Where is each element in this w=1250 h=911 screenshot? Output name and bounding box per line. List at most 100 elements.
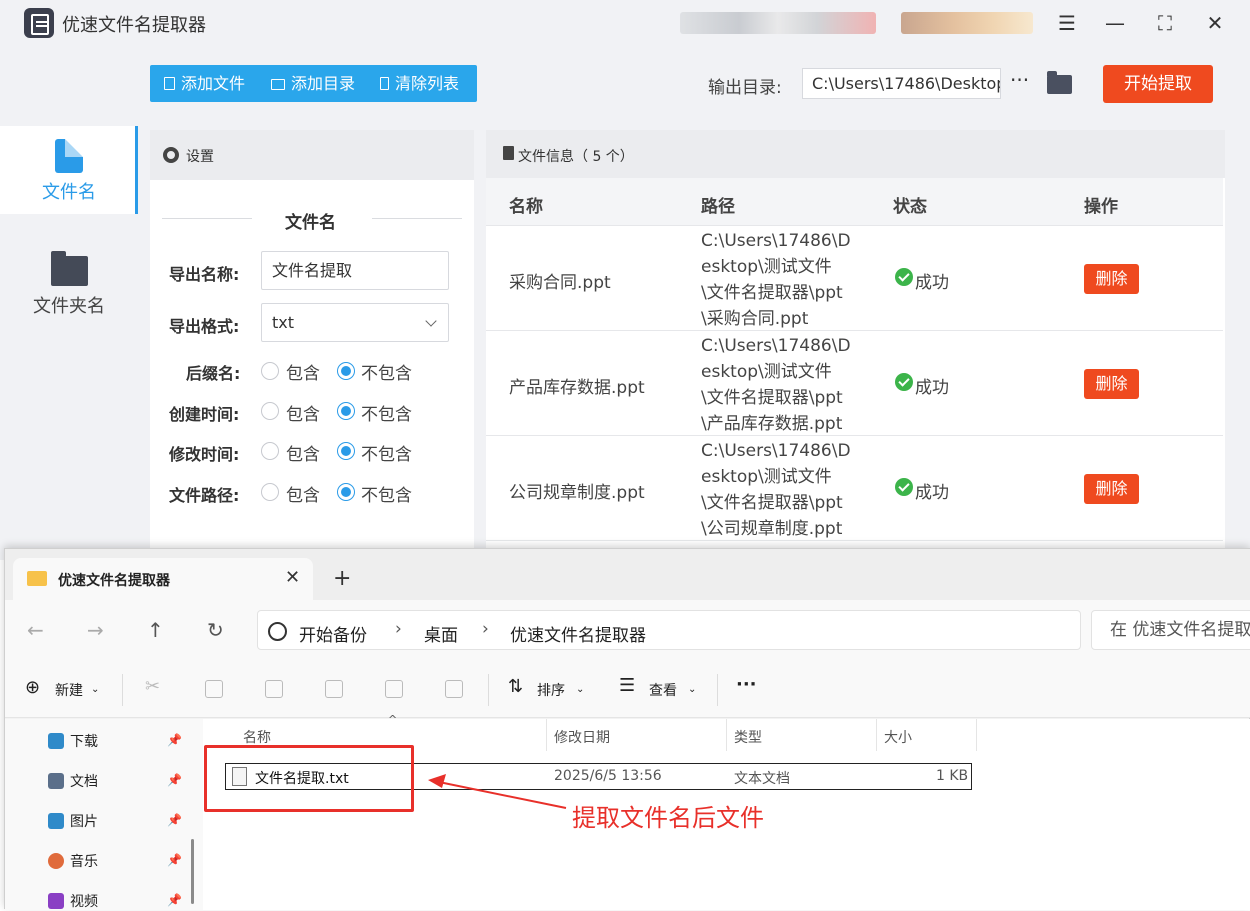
file-icon <box>55 139 83 173</box>
breadcrumb-item[interactable]: 桌面 <box>424 621 458 646</box>
output-dir-label: 输出目录: <box>708 78 782 98</box>
highlight-box <box>204 745 414 812</box>
option-label-created: 创建时间: <box>169 405 240 424</box>
table-row: 采购合同.ppt C:\Users\17486\Desktop\测试文件\文件名… <box>486 226 1223 331</box>
file-name-cell: 产品库存数据.ppt <box>509 378 645 398</box>
nav-item-downloads[interactable]: 下载 <box>70 731 98 751</box>
export-format-select[interactable]: txt <box>261 303 449 342</box>
export-name-input[interactable]: 文件名提取 <box>261 251 449 290</box>
column-header-action: 操作 <box>1084 197 1118 217</box>
copy-icon[interactable] <box>205 680 223 698</box>
file-icon <box>164 77 175 90</box>
scrollbar[interactable] <box>191 839 194 904</box>
forward-icon[interactable]: → <box>87 618 104 642</box>
view-button[interactable]: 查看 <box>649 680 677 700</box>
breadcrumb-item[interactable]: 优速文件名提取器 <box>510 621 646 646</box>
share-icon[interactable] <box>385 680 403 698</box>
divider <box>372 218 462 219</box>
folder-icon <box>27 571 47 586</box>
search-input[interactable]: 在 优速文件名提取 <box>1091 610 1250 650</box>
settings-title: 设置 <box>186 149 214 165</box>
download-icon <box>48 733 64 749</box>
column-divider <box>876 719 877 751</box>
column-header-modified[interactable]: 修改日期 <box>554 727 610 747</box>
nav-item-videos[interactable]: 视频 <box>70 891 98 911</box>
radio-path-include[interactable] <box>261 483 279 501</box>
option-label-modified: 修改时间: <box>169 445 240 464</box>
more-icon[interactable]: ··· <box>736 674 757 695</box>
section-title: 文件名 <box>285 213 336 233</box>
nav-item-music[interactable]: 音乐 <box>70 851 98 871</box>
gear-icon <box>163 147 179 163</box>
view-icon: ☰ <box>619 675 636 696</box>
clear-list-button[interactable]: 清除列表 <box>380 65 459 102</box>
radio-modified-include[interactable] <box>261 442 279 460</box>
radio-created-include[interactable] <box>261 402 279 420</box>
output-dir-input[interactable]: C:\Users\17486\Desktop <box>802 68 1001 99</box>
sort-button[interactable]: 排序 <box>537 680 565 700</box>
delete-button[interactable]: 删除 <box>1084 369 1139 399</box>
sort-arrow-icon: ^ <box>388 713 398 726</box>
sidebar-item-foldername[interactable]: 文件夹名 <box>0 238 138 326</box>
delete-button[interactable]: 删除 <box>1084 474 1139 504</box>
explorer-tab[interactable]: 优速文件名提取器 ✕ <box>13 558 313 601</box>
address-bar[interactable]: 开始备份 › 桌面 › 优速文件名提取器 <box>257 610 1081 650</box>
option-label-path: 文件路径: <box>169 486 240 505</box>
radio-modified-exclude[interactable] <box>337 442 355 460</box>
more-options-button[interactable]: ··· <box>1010 68 1029 92</box>
menu-icon[interactable]: ☰ <box>1052 8 1082 38</box>
paste-icon[interactable] <box>265 680 283 698</box>
column-divider <box>726 719 727 751</box>
column-header-status: 状态 <box>893 197 927 217</box>
chevron-down-icon <box>425 315 437 327</box>
new-button[interactable]: 新建 <box>55 680 83 700</box>
radio-created-exclude[interactable] <box>337 402 355 420</box>
new-tab-icon[interactable]: + <box>333 566 351 591</box>
radio-suffix-exclude[interactable] <box>337 362 355 380</box>
radio-suffix-include[interactable] <box>261 362 279 380</box>
up-icon[interactable]: ↑ <box>147 618 164 642</box>
refresh-icon[interactable]: ↻ <box>207 618 224 642</box>
divider <box>122 674 123 706</box>
radio-label: 不包含 <box>361 486 412 506</box>
sidebar-item-label: 文件名 <box>42 182 96 203</box>
status-text: 成功 <box>915 273 949 293</box>
column-header-type[interactable]: 类型 <box>734 727 762 747</box>
add-dir-button[interactable]: 添加目录 <box>271 65 355 102</box>
start-extract-button[interactable]: 开始提取 <box>1103 65 1213 103</box>
file-name-cell: 公司规章制度.ppt <box>509 483 645 503</box>
radio-path-exclude[interactable] <box>337 483 355 501</box>
nav-item-pictures[interactable]: 图片 <box>70 811 98 831</box>
breadcrumb-item[interactable]: 开始备份 <box>299 621 367 646</box>
option-label-suffix: 后缀名: <box>186 364 241 383</box>
pin-icon: 📌 <box>167 773 182 787</box>
back-icon[interactable]: ← <box>27 618 44 642</box>
radio-label: 不包含 <box>361 445 412 465</box>
close-tab-icon[interactable]: ✕ <box>285 567 300 588</box>
minimize-button[interactable]: — <box>1100 8 1130 38</box>
add-file-button[interactable]: 添加文件 <box>164 65 245 102</box>
column-header-name: 名称 <box>509 197 543 217</box>
pin-icon: 📌 <box>167 853 182 867</box>
column-header-size[interactable]: 大小 <box>884 727 912 747</box>
annotation-text: 提取文件名后文件 <box>572 804 764 832</box>
radio-label: 包含 <box>286 405 320 425</box>
close-button[interactable]: ✕ <box>1200 8 1230 38</box>
file-modified: 2025/6/5 13:56 <box>554 768 662 784</box>
file-name-cell: 采购合同.ppt <box>509 273 611 293</box>
export-name-label: 导出名称: <box>169 265 240 284</box>
sidebar-item-filename[interactable]: 文件名 <box>0 126 138 214</box>
rename-icon[interactable] <box>325 680 343 698</box>
open-folder-icon[interactable] <box>1047 71 1072 94</box>
maximize-button[interactable]: ⛶ <box>1150 8 1180 38</box>
cut-icon[interactable]: ✂ <box>145 676 160 697</box>
column-header-name[interactable]: 名称 <box>243 727 271 747</box>
picture-icon <box>48 813 64 829</box>
video-icon <box>48 893 64 909</box>
tab-title: 优速文件名提取器 <box>58 573 170 589</box>
nav-item-documents[interactable]: 文档 <box>70 771 98 791</box>
delete-icon[interactable] <box>445 680 463 698</box>
radio-label: 包含 <box>286 445 320 465</box>
file-toolbar: 添加文件 添加目录 清除列表 <box>150 65 477 102</box>
delete-button[interactable]: 删除 <box>1084 264 1139 294</box>
